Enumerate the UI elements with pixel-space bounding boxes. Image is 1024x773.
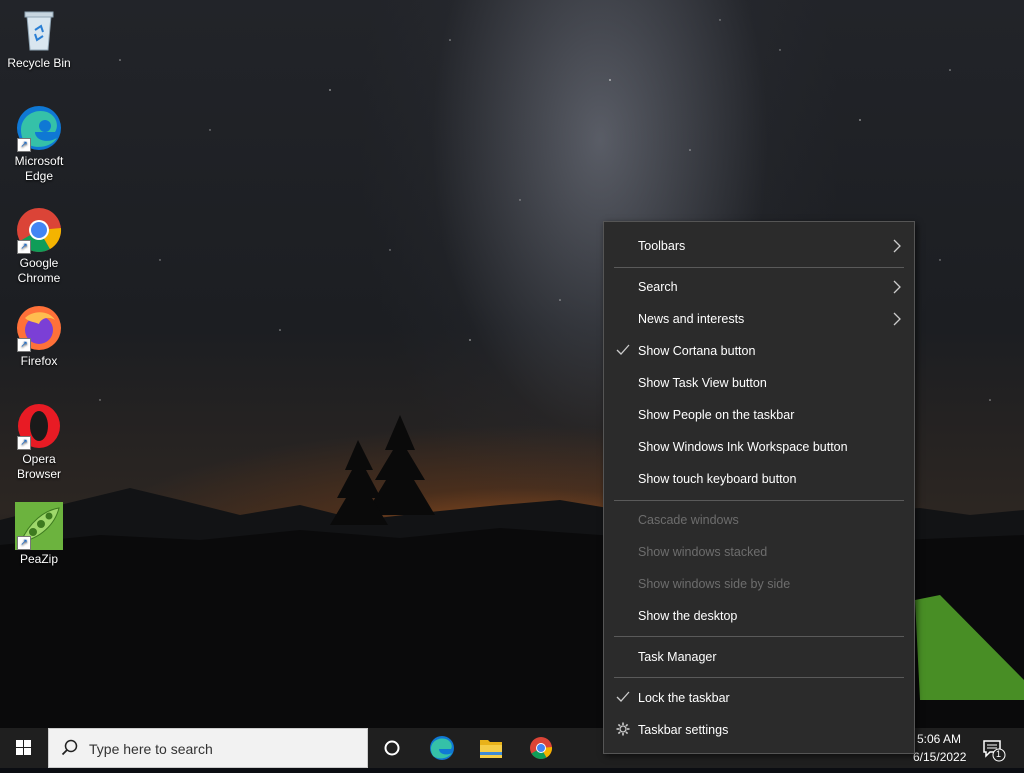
desktop-icon-peazip[interactable]: ↗ PeaZip: [4, 502, 74, 567]
cortana-icon: [384, 740, 400, 756]
checkmark-icon: [616, 344, 630, 355]
chevron-right-icon: [893, 280, 901, 294]
cortana-button[interactable]: [368, 728, 416, 768]
menu-item-news-and-interests[interactable]: News and interests: [604, 303, 914, 335]
desktop-icon-label: Opera Browser: [16, 452, 61, 481]
tray-clock-date[interactable]: 6/15/2022: [913, 750, 966, 764]
peazip-icon: ↗: [15, 502, 63, 550]
menu-item-search[interactable]: Search: [604, 271, 914, 303]
checkmark-icon: [616, 691, 630, 702]
menu-item-show-windows-ink[interactable]: Show Windows Ink Workspace button: [604, 431, 914, 463]
menu-item-show-windows-side-by-side: Show windows side by side: [638, 577, 791, 591]
shortcut-arrow-icon: ↗: [17, 240, 31, 254]
start-button[interactable]: [0, 728, 48, 768]
chrome-icon: [530, 737, 553, 759]
desktop-icon-firefox[interactable]: ↗ Firefox: [4, 304, 74, 369]
menu-item-show-task-view-button[interactable]: Show Task View button: [604, 367, 914, 399]
menu-separator: [614, 636, 904, 637]
menu-item-cascade-windows: Cascade windows: [638, 513, 739, 527]
desktop-icon-label: Firefox: [20, 354, 58, 368]
taskbar-context-menu: Toolbars Search News and interests Show …: [603, 221, 915, 754]
menu-separator: [614, 500, 904, 501]
desktop-icon-label: Microsoft Edge: [14, 154, 64, 183]
search-placeholder: Type here to search: [89, 741, 213, 757]
notification-count-badge: 1: [996, 749, 1002, 759]
chrome-icon: ↗: [15, 206, 63, 254]
menu-item-show-people[interactable]: Show People on the taskbar: [604, 399, 914, 431]
menu-item-show-the-desktop[interactable]: Show the desktop: [604, 600, 914, 632]
shortcut-arrow-icon: ↗: [17, 536, 31, 550]
edge-icon: [430, 736, 454, 760]
menu-item-lock-the-taskbar[interactable]: Lock the taskbar: [604, 682, 914, 714]
taskbar-chrome-button[interactable]: [517, 728, 565, 768]
taskbar-edge-button[interactable]: [418, 728, 466, 768]
shortcut-arrow-icon: ↗: [17, 338, 31, 352]
menu-item-taskbar-settings[interactable]: Taskbar settings: [604, 714, 914, 746]
notification-icon: [983, 740, 1006, 762]
desktop-icon-recycle-bin[interactable]: Recycle Bin: [4, 6, 74, 71]
folder-icon: [480, 740, 502, 758]
chevron-right-icon: [893, 312, 901, 326]
menu-separator: [614, 677, 904, 678]
gear-icon: [616, 722, 630, 736]
windows-logo-icon: [16, 740, 31, 755]
menu-item-toolbars[interactable]: Toolbars: [604, 230, 914, 262]
edge-icon: ↗: [15, 104, 63, 152]
shortcut-arrow-icon: ↗: [17, 436, 31, 450]
recycle-bin-icon: [15, 6, 63, 54]
taskbar-search-box[interactable]: Type here to search: [48, 728, 368, 768]
opera-icon: ↗: [15, 402, 63, 450]
desktop-icon-label: Recycle Bin: [7, 56, 71, 70]
menu-separator: [614, 267, 904, 268]
chevron-right-icon: [893, 239, 901, 253]
desktop-icon-opera-browser[interactable]: ↗ Opera Browser: [4, 402, 74, 482]
menu-item-show-cortana-button[interactable]: Show Cortana button: [604, 335, 914, 367]
search-icon: [61, 739, 78, 756]
menu-item-show-touch-keyboard[interactable]: Show touch keyboard button: [604, 463, 914, 495]
tray-clock-time[interactable]: 5:06 AM: [917, 732, 961, 746]
desktop-icon-label: Google Chrome: [17, 256, 61, 285]
menu-item-task-manager[interactable]: Task Manager: [604, 641, 914, 673]
desktop-icon-microsoft-edge[interactable]: ↗ Microsoft Edge: [4, 104, 74, 184]
desktop-icon-label: PeaZip: [19, 552, 59, 566]
desktop-icon-google-chrome[interactable]: ↗ Google Chrome: [4, 206, 74, 286]
action-center-button[interactable]: 1: [976, 728, 1024, 768]
menu-item-show-windows-stacked: Show windows stacked: [638, 545, 768, 559]
taskbar-file-explorer-button[interactable]: [467, 728, 515, 768]
shortcut-arrow-icon: ↗: [17, 138, 31, 152]
firefox-icon: ↗: [15, 304, 63, 352]
